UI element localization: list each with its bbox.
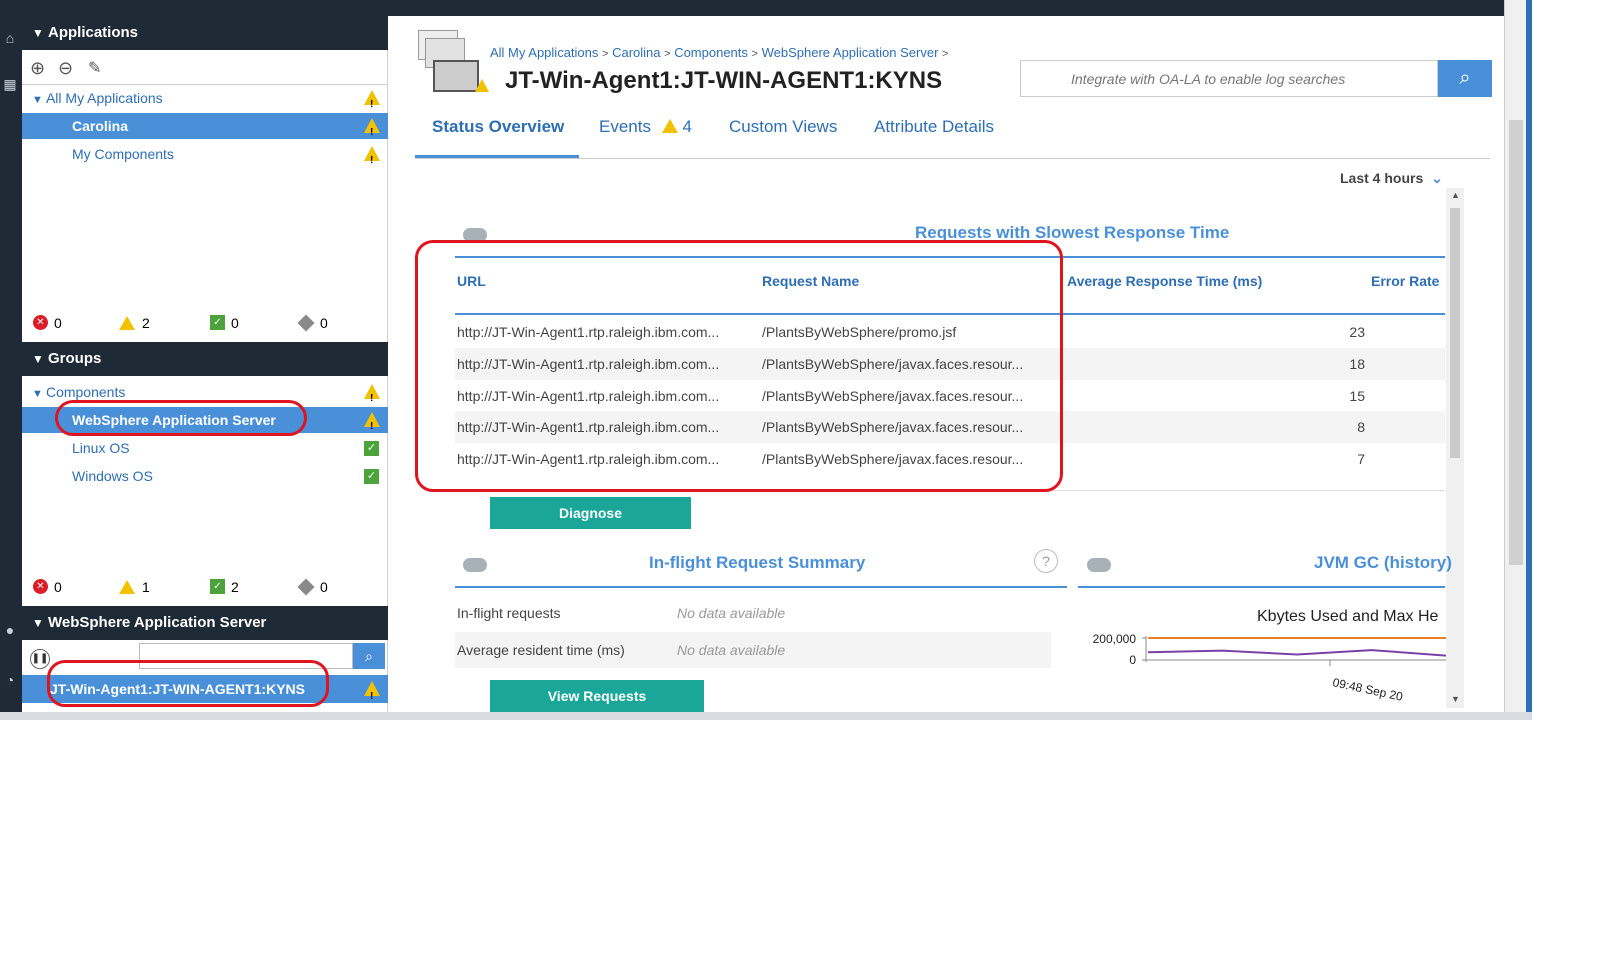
tree-item-windows[interactable]: Windows OS ✓ [22, 463, 388, 489]
warning-icon [364, 412, 380, 440]
search-icon[interactable]: ⌕ [353, 643, 385, 669]
scroll-down-icon[interactable]: ▼ [1451, 694, 1460, 704]
normal-icon: ✓ [364, 469, 379, 484]
warning-icon [364, 681, 380, 711]
dashboard-icon[interactable]: ▦ [2, 76, 18, 92]
add-icon[interactable]: ⊕ [30, 58, 45, 79]
user-icon[interactable]: ● [2, 622, 18, 638]
highlight-instance [47, 660, 329, 707]
scroll-up-icon[interactable]: ▲ [1451, 190, 1460, 200]
tab-status-overview[interactable]: Status Overview [432, 117, 564, 137]
remove-icon[interactable]: ⊖ [58, 58, 73, 79]
chevron-down-icon: ▼ [32, 352, 44, 366]
chevron-down-icon: ▼ [32, 94, 46, 106]
warning-icon [119, 316, 135, 330]
normal-icon: ✓ [364, 441, 379, 456]
pause-icon[interactable]: ❚❚ [30, 649, 50, 669]
normal-icon: ✓ [210, 315, 225, 330]
edit-icon[interactable]: ✎ [88, 58, 101, 78]
horizontal-scrollbar[interactable] [0, 712, 1532, 720]
left-toolbar: ⌂ ▦ ● ◔ [0, 0, 22, 720]
navigator-panel: ▼ Applications ⊕ ⊖ ✎ ▼ All My Application… [22, 16, 388, 720]
time-range-select[interactable]: Last 4 hours ⌄ [1340, 170, 1443, 187]
breadcrumb-components[interactable]: Components [674, 45, 748, 60]
window-scrollbar-thumb[interactable] [1509, 120, 1523, 565]
warning-icon [475, 79, 489, 92]
chart-title: Kbytes Used and Max He [1257, 608, 1439, 625]
warning-icon [364, 90, 380, 118]
groups-header[interactable]: ▼ Groups [22, 342, 388, 376]
view-requests-button[interactable]: View Requests [490, 680, 704, 712]
inflight-title: In-flight Request Summary [649, 553, 866, 572]
diagnose-button[interactable]: Diagnose [490, 497, 691, 529]
tab-attribute-details[interactable]: Attribute Details [874, 117, 994, 137]
warning-icon [364, 384, 380, 412]
cloud-icon [463, 558, 487, 572]
inflight-row: Average resident time (ms) No data avail… [455, 632, 1051, 668]
tree-item-all-applications[interactable]: ▼ All My Applications [22, 85, 388, 118]
chevron-down-icon: ▼ [32, 388, 46, 400]
critical-icon: ✕ [33, 315, 48, 330]
top-bar [22, 0, 1504, 16]
chevron-down-icon: ▼ [32, 26, 44, 40]
server-window-icon [433, 60, 479, 92]
app-status-summary: ✕ 0 2 ✓ 0 0 [22, 314, 388, 334]
breadcrumb-carolina[interactable]: Carolina [612, 45, 660, 60]
breadcrumb-websphere[interactable]: WebSphere Application Server [762, 45, 939, 60]
scrollbar-thumb[interactable] [1450, 208, 1460, 458]
tree-item-my-components[interactable]: My Components [22, 141, 388, 174]
jvm-gc-title: JVM GC (history) [1314, 553, 1452, 572]
page-title: JT-Win-Agent1:JT-WIN-AGENT1:KYNS [505, 67, 943, 94]
unknown-icon [297, 314, 315, 332]
group-status-summary: ✕ 0 1 ✓ 2 0 [22, 578, 388, 598]
warning-icon [364, 118, 380, 146]
was-header[interactable]: ▼ WebSphere Application Server [22, 606, 388, 640]
tab-custom-views[interactable]: Custom Views [729, 117, 837, 137]
tab-divider [415, 158, 1490, 159]
tab-events[interactable]: Events 4 [599, 117, 692, 137]
normal-icon: ✓ [210, 579, 225, 594]
inflight-row: In-flight requests No data available [457, 605, 786, 621]
window-edge [1526, 0, 1532, 720]
col-header-error-rate[interactable]: Error Rate [1371, 273, 1439, 289]
panel-divider [455, 586, 1067, 588]
tree-item-linux[interactable]: Linux OS ✓ [22, 435, 388, 461]
jvm-gc-chart: 200,000 0 09:48 Sep 20 [1093, 632, 1446, 704]
warning-icon [119, 580, 135, 594]
highlight-slowest-table [415, 240, 1063, 492]
breadcrumb-all[interactable]: All My Applications [490, 45, 598, 60]
critical-icon: ✕ [33, 579, 48, 594]
breadcrumb: All My Applications > Carolina > Compone… [490, 45, 949, 60]
applications-header[interactable]: ▼ Applications [22, 16, 388, 50]
window-scrollbar[interactable] [1504, 0, 1526, 720]
warning-icon [364, 146, 380, 174]
content-scrollbar[interactable]: ▲ ▼ [1446, 188, 1464, 708]
unknown-icon [297, 578, 315, 596]
y-tick-label-top: 200,000 [1093, 632, 1137, 646]
search-icon[interactable]: ⌕ [1438, 60, 1492, 97]
warning-icon [661, 119, 678, 133]
chevron-down-icon: ▼ [32, 616, 44, 630]
highlight-websphere [55, 400, 307, 436]
series-line-1 [1147, 649, 1446, 657]
col-header-avg-response[interactable]: Average Response Time (ms) [1067, 273, 1262, 289]
help-icon[interactable]: ? [1034, 549, 1058, 573]
panel-divider [1078, 586, 1445, 588]
x-tick-label: 09:48 Sep 20 [1331, 675, 1404, 704]
y-tick-label-zero: 0 [1129, 653, 1136, 667]
log-search-input[interactable] [1020, 60, 1438, 97]
tree-item-carolina[interactable]: Carolina [22, 113, 388, 146]
home-icon[interactable]: ⌂ [2, 30, 18, 46]
chevron-down-icon: ⌄ [1431, 170, 1443, 186]
help-icon[interactable]: ◔ [2, 672, 18, 688]
cloud-icon [1087, 558, 1111, 572]
